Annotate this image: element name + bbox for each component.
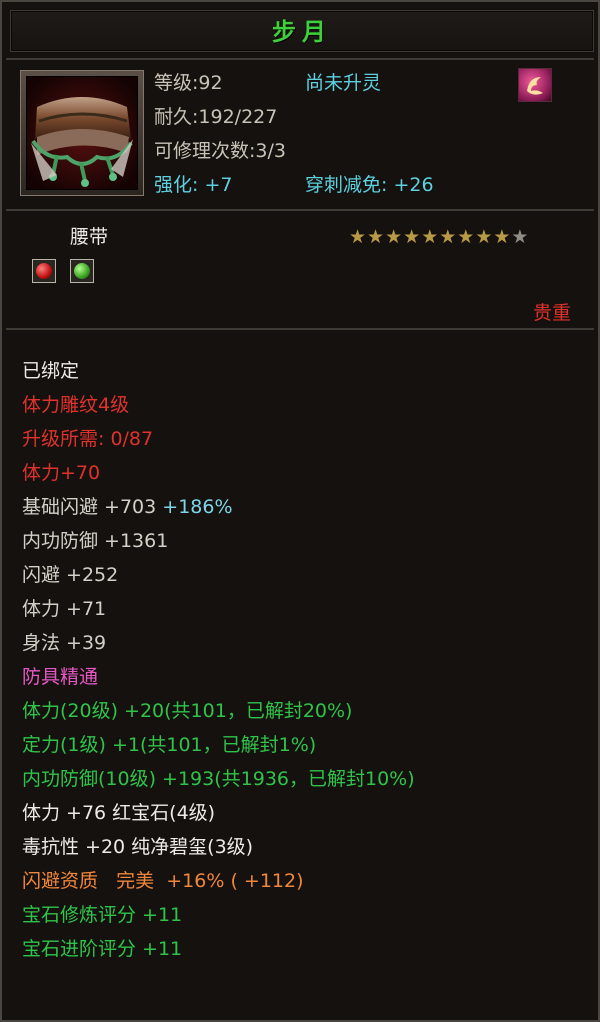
item-tooltip: 步月 等级:92 尚未升灵 耐久:192/227 可修理次数:3/3 强化: +…: [0, 0, 600, 1022]
carving: 体力雕纹4级: [22, 394, 130, 416]
upgrade-requirement: 升级所需: 0/87: [22, 428, 154, 450]
star-icon: ★: [439, 226, 458, 248]
stamina: 体力 +71: [22, 598, 107, 620]
aptitude-value: +16%: [166, 870, 225, 892]
item-type: 腰带: [70, 226, 109, 248]
divider: [6, 58, 594, 60]
star-rating: ★★★★★★★★★★: [349, 225, 529, 249]
repair-count: 可修理次数:3/3: [154, 140, 286, 162]
item-icon-frame: [20, 70, 144, 196]
mastery-inner-defense: 内功防御(10级) +193(共1936，已解封10%): [22, 768, 415, 790]
star-icon: ★: [385, 226, 404, 248]
base-dodge-row: 基础闪避 +703 +186%: [22, 490, 415, 524]
mastery-focus: 定力(1级) +1(共101，已解封1%): [22, 734, 317, 756]
aptitude-label: 闪避资质: [22, 870, 99, 892]
star-icon: ★: [421, 226, 440, 248]
star-empty-icon: ★: [511, 226, 530, 248]
aptitude-grade: 完美: [116, 870, 155, 892]
star-icon: ★: [493, 226, 512, 248]
rarity-label: 贵重: [533, 302, 572, 324]
aptitude-bonus: ( +112): [230, 870, 304, 892]
agility: 身法 +39: [22, 632, 107, 654]
item-properties: 已绑定 体力雕纹4级 升级所需: 0/87 体力+70 基础闪避 +703 +1…: [22, 354, 415, 966]
divider: [6, 209, 594, 211]
divider: [6, 328, 594, 330]
aptitude-row: 闪避资质 完美 +16% ( +112): [22, 864, 415, 898]
dodge: 闪避 +252: [22, 564, 119, 586]
mastery-title: 防具精通: [22, 666, 99, 688]
star-icon: ★: [349, 226, 368, 248]
soul-upgrade-icon: [518, 68, 552, 102]
gem-refine-score: 宝石修炼评分 +11: [22, 904, 183, 926]
gem-advance-score: 宝石进阶评分 +11: [22, 938, 183, 960]
item-level: 等级:92: [154, 72, 223, 94]
mastery-stamina: 体力(20级) +20(共101，已解封20%): [22, 700, 353, 722]
gem-ruby: 体力 +76 红宝石(4级): [22, 802, 216, 824]
enhance-level: 强化: +7: [154, 174, 233, 196]
pierce-reduction: 穿刺减免: +26: [305, 174, 434, 196]
star-icon: ★: [367, 226, 386, 248]
soul-status: 尚未升灵: [305, 72, 382, 94]
base-dodge: 基础闪避 +703: [22, 496, 157, 518]
title-bar: 步月: [10, 10, 594, 52]
inner-defense: 内功防御 +1361: [22, 530, 169, 552]
item-name: 步月: [272, 18, 332, 46]
base-dodge-percent: +186%: [162, 496, 233, 518]
bound-status: 已绑定: [22, 360, 80, 382]
star-icon: ★: [403, 226, 422, 248]
green-gem-slot-icon: [70, 259, 94, 283]
red-gem-slot-icon: [32, 259, 56, 283]
carving-bonus: 体力+70: [22, 462, 101, 484]
belt-icon: [26, 76, 138, 190]
star-icon: ★: [457, 226, 476, 248]
gem-tourmaline: 毒抗性 +20 纯净碧玺(3级): [22, 836, 254, 858]
star-icon: ★: [475, 226, 494, 248]
durability: 耐久:192/227: [154, 106, 278, 128]
